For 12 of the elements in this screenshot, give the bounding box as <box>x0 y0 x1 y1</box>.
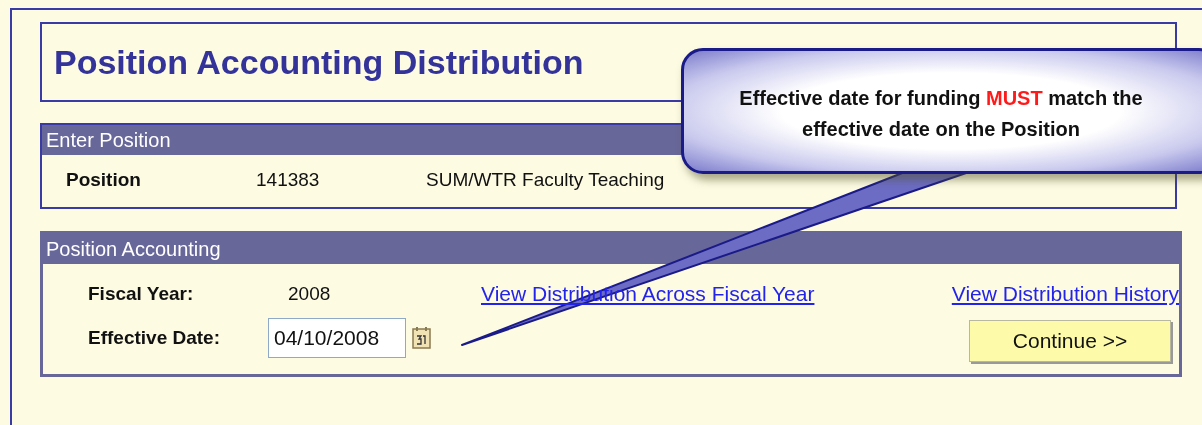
page-title: Position Accounting Distribution <box>54 41 584 83</box>
effective-date-field[interactable]: 04/10/2008 <box>268 318 406 358</box>
effective-date-label: Effective Date: <box>88 325 221 350</box>
calendar-icon[interactable] <box>411 326 433 350</box>
section-header: Position Accounting <box>43 234 1179 264</box>
position-label: Position <box>66 167 142 192</box>
position-number: 141383 <box>256 167 321 192</box>
fiscal-year-label: Fiscal Year: <box>88 281 195 306</box>
view-distribution-link[interactable]: View Distribution History <box>951 278 1179 310</box>
position-description: SUM/WTR Faculty Teaching <box>426 167 665 192</box>
continue-button[interactable]: Continue >> <box>969 319 1171 362</box>
fiscal-year-value: 2008 <box>288 281 331 306</box>
